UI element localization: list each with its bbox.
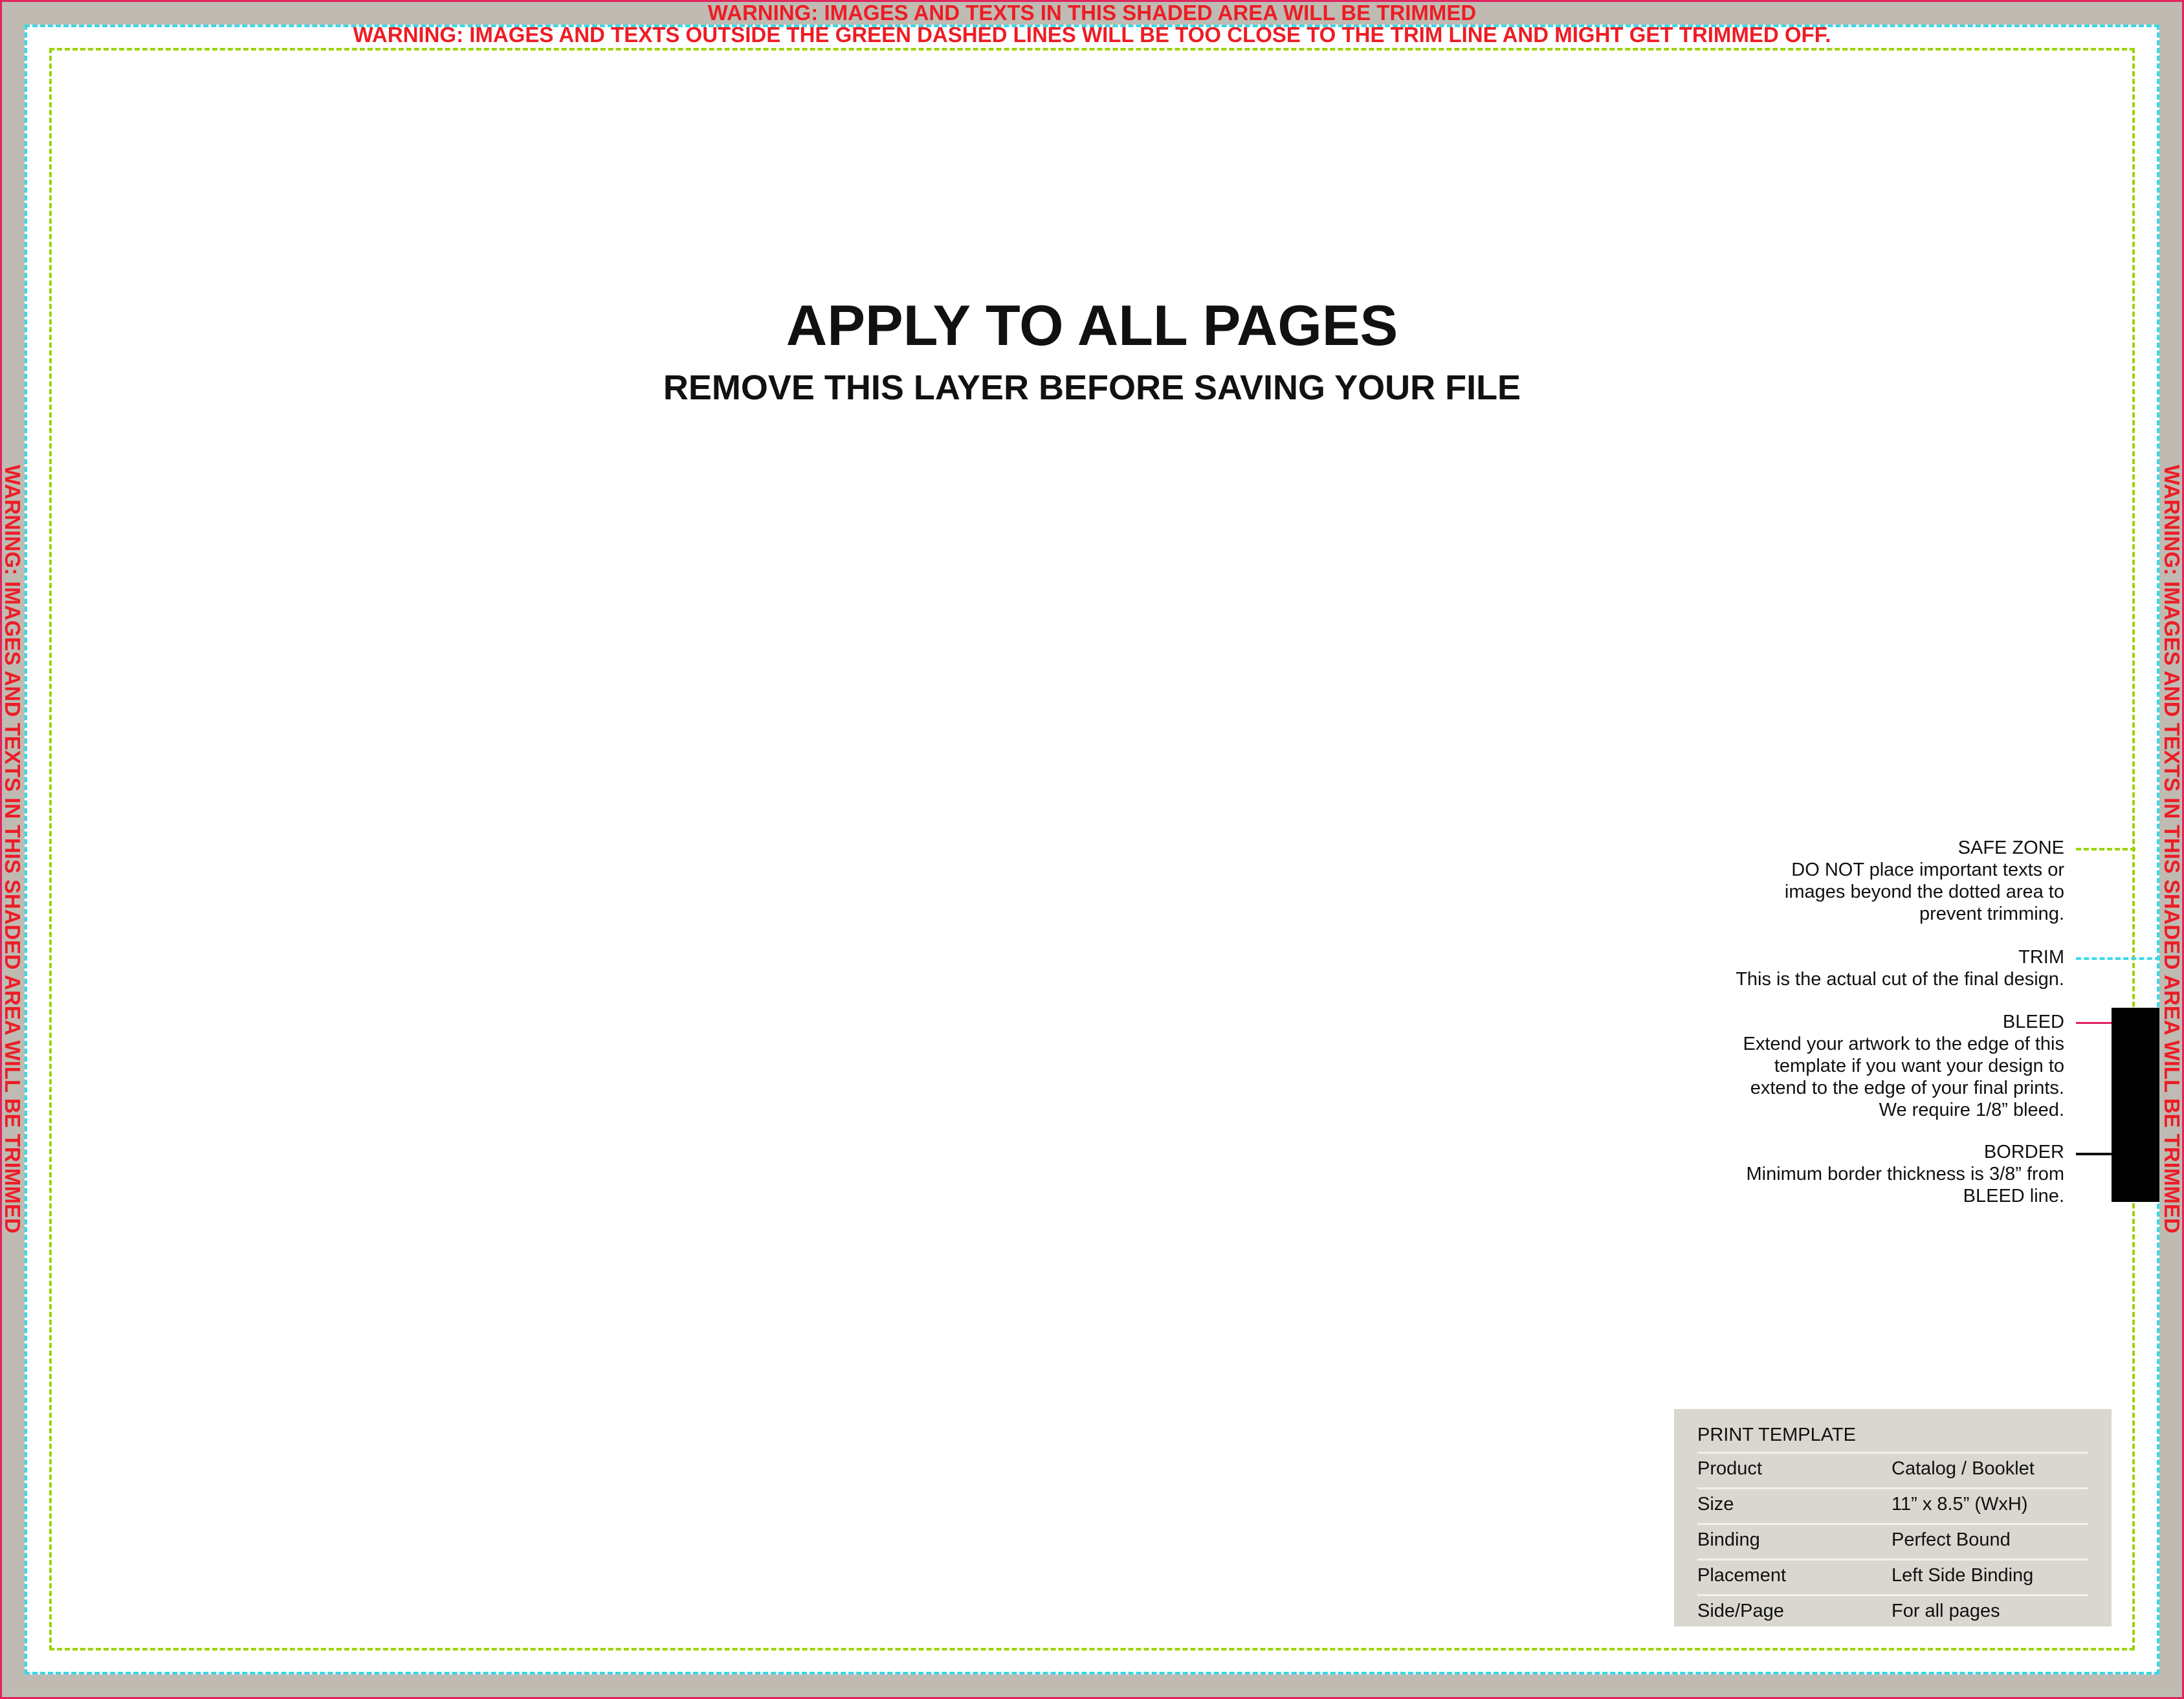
legend-safe-zone: SAFE ZONE DO NOT place important texts o… xyxy=(1785,837,2064,925)
legend-bleed-line-2: template if you want your design to xyxy=(1774,1056,2064,1076)
template-row: Binding Perfect Bound xyxy=(1697,1523,2088,1559)
template-row: Placement Left Side Binding xyxy=(1697,1559,2088,1594)
border-sample-swatch xyxy=(2112,1008,2159,1202)
top-shaded-warning: WARNING: IMAGES AND TEXTS IN THIS SHADED… xyxy=(707,1,1477,25)
safe-zone-indicator-line xyxy=(2076,848,2135,850)
template-row-value: Catalog / Booklet xyxy=(1892,1458,2035,1479)
border-indicator-line xyxy=(2076,1153,2112,1155)
page-subtitle: REMOVE THIS LAYER BEFORE SAVING YOUR FIL… xyxy=(663,368,1521,407)
bleed-indicator-line xyxy=(2076,1022,2115,1024)
trim-indicator-line xyxy=(2076,957,2160,960)
legend-bleed: BLEED Extend your artwork to the edge of… xyxy=(1743,1011,2065,1121)
legend-safe-zone-title: SAFE ZONE xyxy=(1958,838,2064,858)
print-template-heading: PRINT TEMPLATE xyxy=(1697,1425,1856,1445)
template-row-label: Placement xyxy=(1697,1565,1787,1586)
template-row-label: Side/Page xyxy=(1697,1601,1784,1621)
template-row: Product Catalog / Booklet xyxy=(1697,1452,2088,1487)
template-row-label: Binding xyxy=(1697,1529,1760,1550)
template-row-value: 11” x 8.5” (WxH) xyxy=(1892,1494,2028,1515)
template-row: Size 11” x 8.5” (WxH) xyxy=(1697,1487,2088,1523)
legend-trim: TRIM This is the actual cut of the final… xyxy=(1736,946,2064,990)
page-title: APPLY TO ALL PAGES xyxy=(786,293,1398,357)
legend-safe-zone-line-1: DO NOT place important texts or xyxy=(1791,860,2064,880)
print-template-box: PRINT TEMPLATE Product Catalog / Booklet… xyxy=(1674,1409,2112,1627)
legend-safe-zone-line-3: prevent trimming. xyxy=(1919,904,2064,924)
legend-border: BORDER Minimum border thickness is 3/8” … xyxy=(1746,1141,2064,1207)
right-shaded-warning: WARNING: IMAGES AND TEXTS IN THIS SHADED… xyxy=(2160,465,2184,1234)
template-row-value: For all pages xyxy=(1892,1601,2000,1621)
legend-bleed-line-4: We require 1/8” bleed. xyxy=(1879,1100,2064,1120)
legend-bleed-title: BLEED xyxy=(2002,1012,2064,1032)
legend-border-line-2: BLEED line. xyxy=(1963,1186,2064,1206)
legend-border-title: BORDER xyxy=(1983,1142,2064,1162)
legend-border-line-1: Minimum border thickness is 3/8” from xyxy=(1746,1164,2064,1184)
template-row-value: Left Side Binding xyxy=(1892,1565,2034,1586)
template-row: Side/Page For all pages xyxy=(1697,1594,2088,1630)
legend-trim-title: TRIM xyxy=(2018,947,2064,968)
template-row-label: Product xyxy=(1697,1458,1762,1479)
top-green-line-warning: WARNING: IMAGES AND TEXTS OUTSIDE THE GR… xyxy=(353,23,1831,47)
legend-safe-zone-line-2: images beyond the dotted area to xyxy=(1784,882,2064,902)
left-shaded-warning: WARNING: IMAGES AND TEXTS IN THIS SHADED… xyxy=(1,465,25,1234)
legend-bleed-line-3: extend to the edge of your final prints. xyxy=(1750,1078,2064,1098)
template-row-label: Size xyxy=(1697,1494,1734,1515)
legend-bleed-line-1: Extend your artwork to the edge of this xyxy=(1743,1034,2065,1054)
template-row-value: Perfect Bound xyxy=(1892,1529,2011,1550)
legend-trim-line-1: This is the actual cut of the final desi… xyxy=(1736,969,2064,990)
